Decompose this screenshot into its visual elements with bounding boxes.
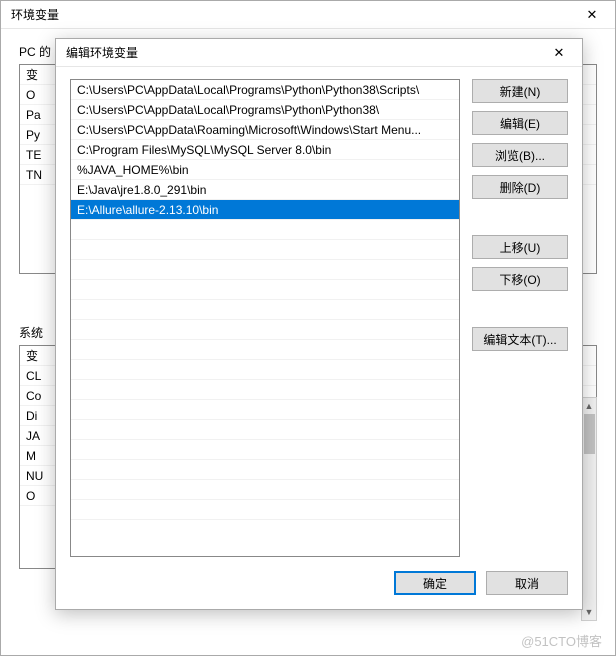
move-up-button[interactable]: 上移(U): [472, 235, 568, 259]
path-item-empty[interactable]: [71, 460, 459, 480]
path-item-empty[interactable]: [71, 480, 459, 500]
path-item-empty[interactable]: [71, 420, 459, 440]
path-item[interactable]: C:\Users\PC\AppData\Local\Programs\Pytho…: [71, 80, 459, 100]
ok-button[interactable]: 确定: [394, 571, 476, 595]
parent-titlebar: 环境变量 ✕: [1, 1, 615, 29]
path-item-empty[interactable]: [71, 240, 459, 260]
edit-client: C:\Users\PC\AppData\Local\Programs\Pytho…: [56, 67, 582, 609]
path-item-empty[interactable]: [71, 500, 459, 520]
scroll-up-icon[interactable]: ▲: [582, 398, 596, 414]
path-item-empty[interactable]: [71, 280, 459, 300]
new-button[interactable]: 新建(N): [472, 79, 568, 103]
path-item-empty[interactable]: [71, 380, 459, 400]
path-item-empty[interactable]: [71, 360, 459, 380]
edit-button[interactable]: 编辑(E): [472, 111, 568, 135]
path-list[interactable]: C:\Users\PC\AppData\Local\Programs\Pytho…: [70, 79, 460, 557]
edit-footer: 确定 取消: [70, 571, 568, 595]
path-item-empty[interactable]: [71, 440, 459, 460]
browse-button[interactable]: 浏览(B)...: [472, 143, 568, 167]
close-icon[interactable]: ✕: [575, 3, 609, 27]
path-item-empty[interactable]: [71, 400, 459, 420]
path-item-empty[interactable]: [71, 220, 459, 240]
path-item[interactable]: %JAVA_HOME%\bin: [71, 160, 459, 180]
path-item[interactable]: C:\Program Files\MySQL\MySQL Server 8.0\…: [71, 140, 459, 160]
close-icon[interactable]: ✕: [542, 41, 576, 65]
path-item-empty[interactable]: [71, 300, 459, 320]
scroll-down-icon[interactable]: ▼: [582, 604, 596, 620]
path-item[interactable]: C:\Users\PC\AppData\Local\Programs\Pytho…: [71, 100, 459, 120]
path-item[interactable]: E:\Allure\allure-2.13.10\bin: [71, 200, 459, 220]
path-item[interactable]: E:\Java\jre1.8.0_291\bin: [71, 180, 459, 200]
path-item-empty[interactable]: [71, 340, 459, 360]
path-item-empty[interactable]: [71, 320, 459, 340]
edit-text-button[interactable]: 编辑文本(T)...: [472, 327, 568, 351]
edit-titlebar: 编辑环境变量 ✕: [56, 39, 582, 67]
move-down-button[interactable]: 下移(O): [472, 267, 568, 291]
scrollbar[interactable]: ▲ ▼: [581, 397, 597, 621]
side-buttons: 新建(N) 编辑(E) 浏览(B)... 删除(D) 上移(U) 下移(O) 编…: [472, 79, 568, 557]
scroll-thumb[interactable]: [584, 414, 595, 454]
edit-title: 编辑环境变量: [66, 44, 138, 61]
path-item[interactable]: C:\Users\PC\AppData\Roaming\Microsoft\Wi…: [71, 120, 459, 140]
parent-title: 环境变量: [11, 6, 59, 23]
path-item-empty[interactable]: [71, 260, 459, 280]
edit-env-var-window: 编辑环境变量 ✕ C:\Users\PC\AppData\Local\Progr…: [55, 38, 583, 610]
delete-button[interactable]: 删除(D): [472, 175, 568, 199]
cancel-button[interactable]: 取消: [486, 571, 568, 595]
